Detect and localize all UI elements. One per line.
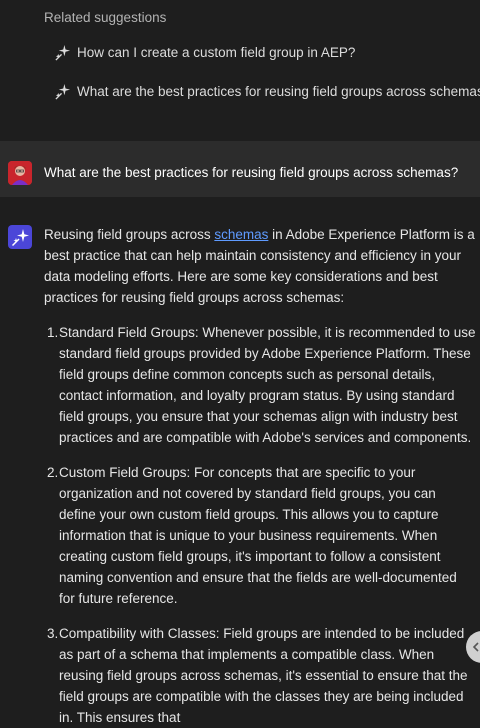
list-item: 1. Standard Field Groups: Whenever possi… <box>44 322 476 448</box>
sparkle-icon <box>55 83 71 100</box>
sparkle-icon <box>55 44 71 61</box>
answer-intro: Reusing field groups across schemas in A… <box>44 224 476 308</box>
chevron-left-icon <box>472 642 479 652</box>
list-item-number: 1. <box>47 325 59 340</box>
list-item-number: 2. <box>47 465 59 480</box>
user-message: What are the best practices for reusing … <box>0 141 480 197</box>
list-item-number: 3. <box>47 626 59 641</box>
assistant-answer: Reusing field groups across schemas in A… <box>44 224 476 728</box>
best-practices-list: 1. Standard Field Groups: Whenever possi… <box>44 322 476 728</box>
list-item-text: Custom Field Groups: For concepts that a… <box>59 465 457 606</box>
suggestion-label: What are the best practices for reusing … <box>77 83 480 99</box>
list-item: 2. Custom Field Groups: For concepts tha… <box>44 462 476 609</box>
related-suggestions: Related suggestions How can I create a c… <box>0 0 480 140</box>
user-message-text: What are the best practices for reusing … <box>44 165 459 180</box>
list-item: 3. Compatibility with Classes: Field gro… <box>44 623 476 728</box>
list-item-text: Compatibility with Classes: Field groups… <box>59 626 468 725</box>
related-suggestions-title: Related suggestions <box>44 10 167 25</box>
suggestion-label: How can I create a custom field group in… <box>77 44 356 60</box>
suggestion-item[interactable]: How can I create a custom field group in… <box>54 40 355 64</box>
user-avatar <box>8 161 32 185</box>
schemas-link[interactable]: schemas <box>214 227 268 242</box>
suggestion-item[interactable]: What are the best practices for reusing … <box>54 79 480 103</box>
intro-text: Reusing field groups across <box>44 227 215 242</box>
ai-assistant-icon <box>8 225 32 249</box>
list-item-text: Standard Field Groups: Whenever possible… <box>59 325 476 445</box>
